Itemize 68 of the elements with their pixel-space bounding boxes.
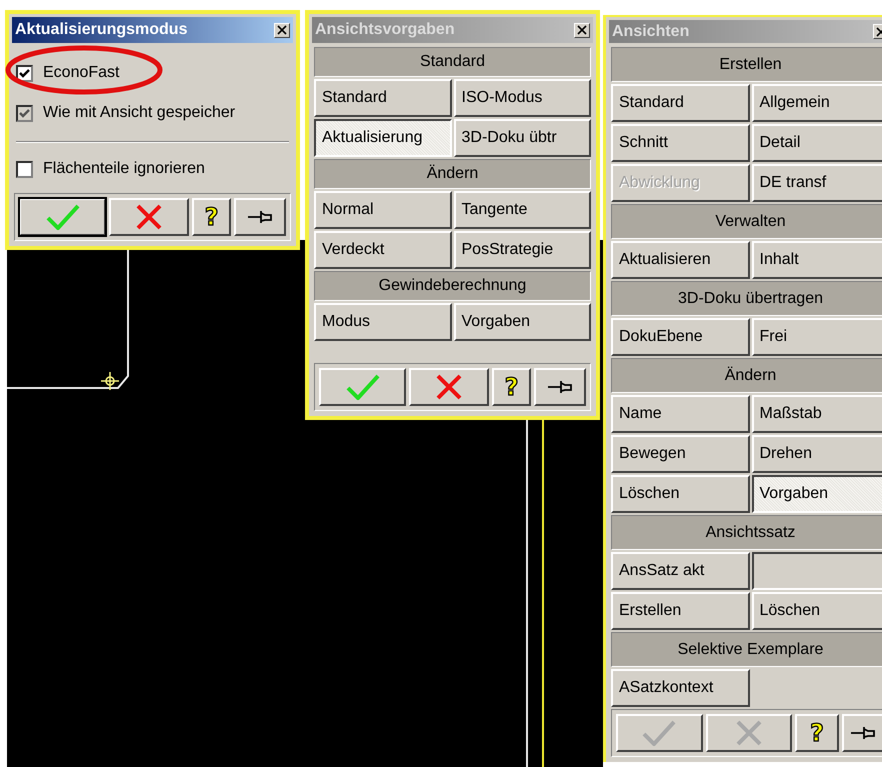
tool-button[interactable]: DE transf	[752, 164, 882, 202]
checkmark-icon	[346, 374, 380, 400]
tool-button[interactable]: Standard	[314, 79, 452, 117]
tool-button[interactable]: Vorgaben	[454, 303, 591, 341]
tool-button[interactable]: Erstellen	[611, 592, 750, 630]
tool-button[interactable]: Name	[611, 395, 750, 433]
cross-icon	[736, 720, 762, 746]
section-heading: Verwalten	[611, 204, 882, 239]
cancel-button[interactable]	[109, 198, 189, 236]
tool-button[interactable]: Aktualisierung	[314, 119, 452, 157]
tool-button[interactable]: Verdeckt	[314, 231, 452, 269]
tool-button[interactable]: Normal	[314, 191, 452, 229]
section-heading: Standard	[314, 47, 591, 77]
tool-button[interactable]: Aktualisieren	[611, 241, 750, 279]
tool-button[interactable]: Löschen	[611, 475, 750, 513]
tool-button[interactable]: Schnitt	[611, 124, 750, 162]
panel-title: Aktualisierungsmodus	[15, 21, 188, 39]
tool-button[interactable]: ASatzkontext	[611, 669, 750, 707]
checkmark-icon	[642, 720, 676, 746]
tool-button[interactable]: PosStrategie	[454, 231, 591, 269]
pin-button[interactable]	[534, 368, 586, 406]
tool-button[interactable]: Standard	[611, 84, 750, 122]
tool-button[interactable]: Löschen	[752, 592, 882, 630]
checkbox[interactable]	[16, 64, 33, 82]
option-label: Wie mit Ansicht gespeicher	[43, 104, 236, 122]
tool-button[interactable]: Inhalt	[752, 241, 882, 279]
tool-button[interactable]: Vorgaben	[752, 475, 882, 513]
section-heading: 3D-Doku übertragen	[611, 281, 882, 316]
tool-button[interactable]: 3D-Doku übtr	[454, 119, 591, 157]
checkmark-icon	[19, 108, 30, 118]
section-heading: Ändern	[611, 358, 882, 393]
section-heading: Gewindeberechnung	[314, 271, 591, 301]
tool-button[interactable]: Frei	[752, 318, 882, 356]
close-icon	[577, 25, 587, 35]
tool-button[interactable]: AnsSatz akt	[611, 552, 750, 590]
ok-button[interactable]	[319, 368, 406, 406]
pin-icon	[547, 378, 574, 396]
tool-button[interactable]: Drehen	[752, 435, 882, 473]
section-heading: Ändern	[314, 159, 591, 189]
tool-button[interactable]: Maßstab	[752, 395, 882, 433]
tool-button[interactable]: Tangente	[454, 191, 591, 229]
tool-button[interactable]: Bewegen	[611, 435, 750, 473]
option-label: Flächenteile ignorieren	[43, 160, 205, 178]
tool-button[interactable]: Allgemein	[752, 84, 882, 122]
tool-button[interactable]: Modus	[314, 303, 452, 341]
close-icon	[277, 25, 287, 35]
cross-icon	[436, 374, 462, 400]
checkbox[interactable]	[16, 160, 33, 178]
tool-button[interactable]: DokuEbene	[611, 318, 750, 356]
section-heading: Erstellen	[611, 47, 882, 82]
panel-title: Ansichten	[612, 22, 690, 40]
tool-button[interactable]: ISO-Modus	[454, 79, 591, 117]
cancel-button[interactable]	[409, 368, 489, 406]
ok-button[interactable]	[19, 198, 106, 236]
option-label: EconoFast	[43, 64, 120, 82]
checkmark-icon	[46, 204, 80, 230]
panel-title: Ansichtsvorgaben	[315, 21, 455, 39]
pin-icon	[247, 208, 274, 226]
tool-button[interactable]: Detail	[752, 124, 882, 162]
pin-icon	[850, 724, 876, 742]
close-button[interactable]	[274, 22, 290, 38]
cross-icon	[136, 204, 162, 230]
checkmark-icon	[19, 68, 30, 78]
section-heading: Selektive Exemplare	[611, 632, 882, 667]
input-field[interactable]	[752, 552, 882, 590]
section-heading: Ansichtssatz	[611, 515, 882, 550]
pin-button[interactable]	[234, 198, 286, 236]
crosshair-marker	[100, 371, 120, 391]
